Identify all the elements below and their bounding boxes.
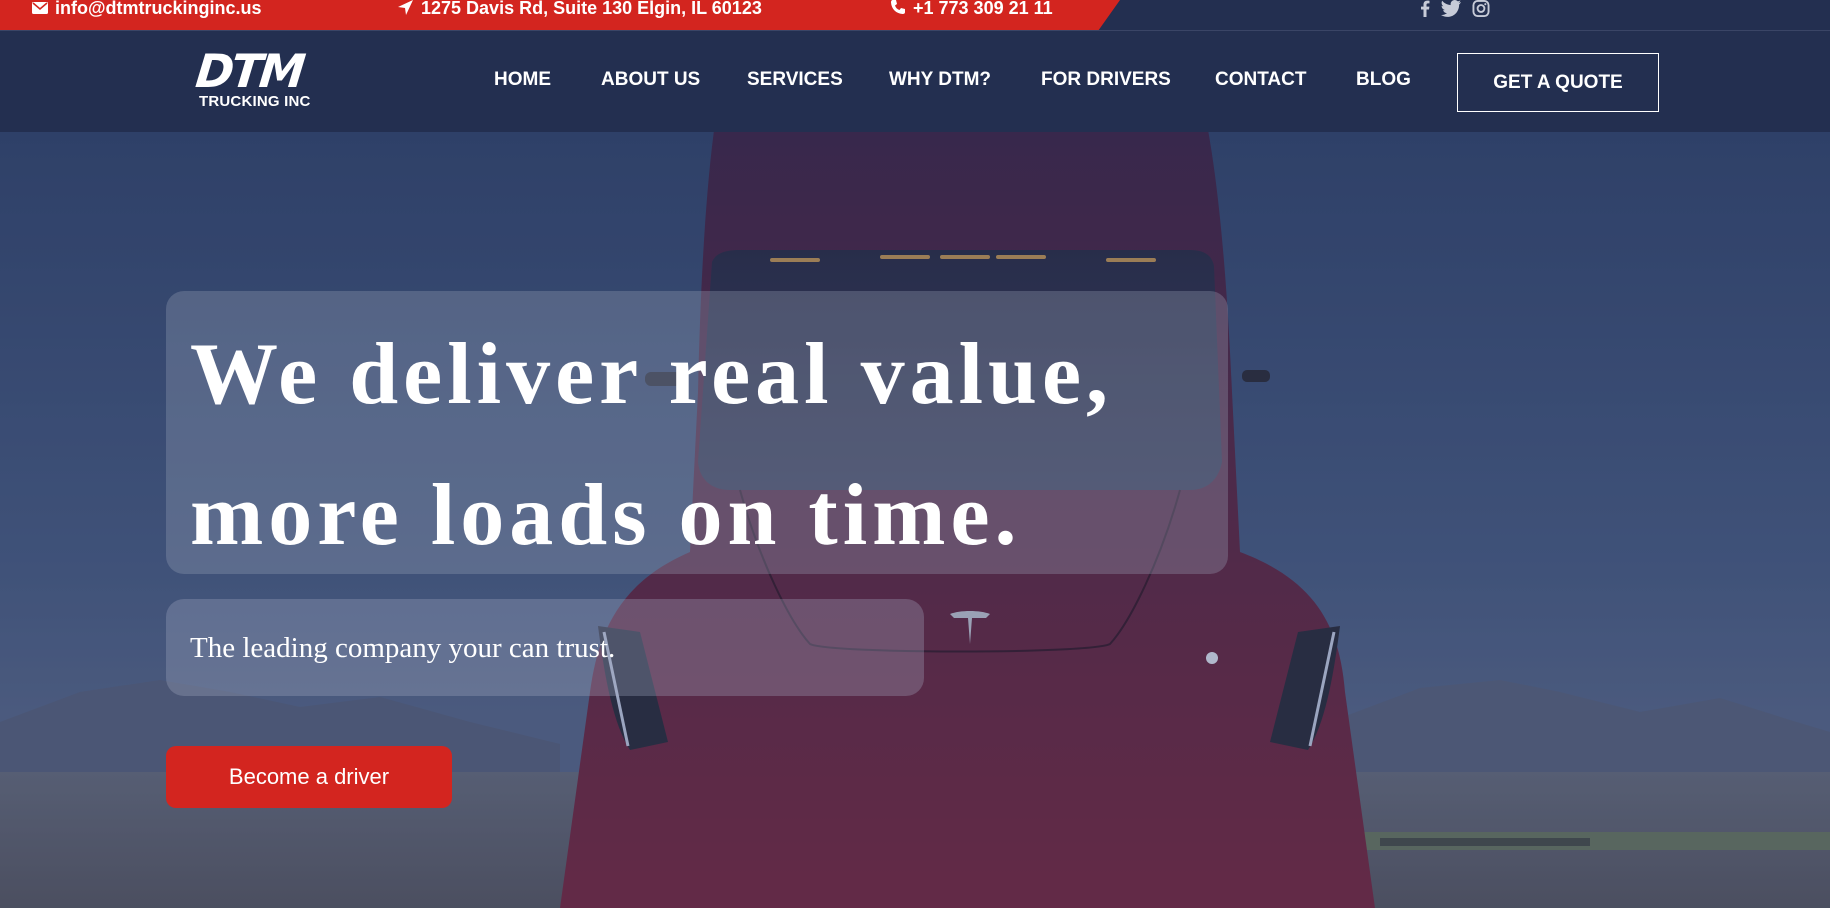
twitter-icon[interactable]	[1441, 0, 1461, 17]
logo-subtitle: TRUCKING INC	[199, 93, 311, 110]
get-a-quote-button[interactable]: GET A QUOTE	[1457, 53, 1659, 112]
nav-item-blog[interactable]: BLOG	[1356, 69, 1411, 91]
hero-section: We deliver real value, more loads on tim…	[0, 132, 1830, 908]
top-phone-text: +1 773 309 21 11	[913, 0, 1053, 18]
envelope-icon	[32, 0, 48, 17]
top-phone-link[interactable]: +1 773 309 21 11	[890, 0, 1053, 17]
logo-wordmark: DTM	[193, 44, 306, 98]
social-links	[1420, 0, 1490, 17]
top-email-link[interactable]: info@dtmtruckinginc.us	[32, 0, 262, 17]
nav-item-for-drivers[interactable]: FOR DRIVERS	[1041, 69, 1171, 91]
nav-item-home[interactable]: HOME	[494, 69, 551, 91]
nav-item-services[interactable]: SERVICES	[747, 69, 843, 91]
headline-line-1: We deliver real value,	[190, 326, 1114, 423]
hero-tagline: The leading company your can trust.	[190, 632, 616, 664]
nav-item-why-dtm[interactable]: WHY DTM?	[889, 69, 991, 91]
nav-item-contact[interactable]: CONTACT	[1215, 69, 1306, 91]
facebook-icon[interactable]	[1420, 0, 1430, 17]
nav-item-about-us[interactable]: ABOUT US	[601, 69, 700, 91]
hero-headline: We deliver real value, more loads on tim…	[190, 304, 1290, 586]
instagram-icon[interactable]	[1472, 0, 1490, 17]
main-navbar: DTM TRUCKING INC HOME ABOUT US SERVICES …	[0, 31, 1830, 132]
become-a-driver-button[interactable]: Become a driver	[166, 746, 452, 808]
top-email-text: info@dtmtruckinginc.us	[55, 0, 262, 18]
top-address: 1275 Davis Rd, Suite 130 Elgin, IL 60123	[397, 0, 762, 17]
headline-line-2: more loads on time.	[190, 467, 1022, 564]
top-contact-bar: info@dtmtruckinginc.us 1275 Davis Rd, Su…	[0, 0, 1830, 31]
location-arrow-icon	[397, 0, 414, 19]
dtm-logo[interactable]: DTM TRUCKING INC	[193, 44, 326, 117]
top-address-text: 1275 Davis Rd, Suite 130 Elgin, IL 60123	[421, 0, 762, 18]
phone-icon	[890, 0, 906, 18]
